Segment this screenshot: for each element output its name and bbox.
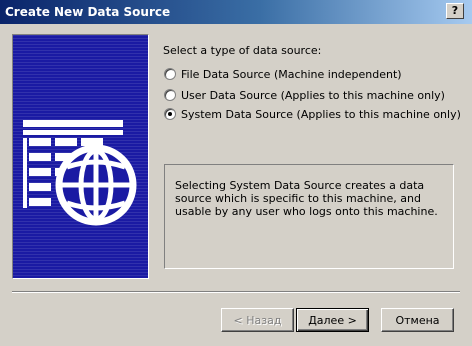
radio-user-data-source[interactable]: User Data Source (Applies to this machin… [164,87,445,103]
separator [12,291,460,293]
radio-button[interactable] [164,89,176,101]
data-source-prompt: Select a type of data source: [163,44,322,57]
radio-label: File Data Source (Machine independent) [181,67,402,81]
cancel-button[interactable]: Отмена [381,308,454,332]
description-box: Selecting System Data Source creates a d… [164,164,454,269]
radio-button[interactable] [164,68,176,80]
next-button[interactable]: Далее > [296,308,369,332]
help-icon[interactable]: ? [446,3,464,19]
window-title: Create New Data Source [5,5,171,19]
title-bar: Create New Data Source ? [0,0,472,24]
radio-system-data-source[interactable]: System Data Source (Applies to this mach… [164,106,461,122]
radio-button-selected[interactable] [164,108,176,120]
database-globe-icon [23,120,137,226]
radio-label: System Data Source (Applies to this mach… [181,107,461,121]
description-text: Selecting System Data Source creates a d… [175,179,438,218]
radio-file-data-source[interactable]: File Data Source (Machine independent) [164,66,402,82]
wizard-banner [12,34,149,279]
radio-label: User Data Source (Applies to this machin… [181,88,445,102]
back-button[interactable]: < Назад [221,308,294,332]
